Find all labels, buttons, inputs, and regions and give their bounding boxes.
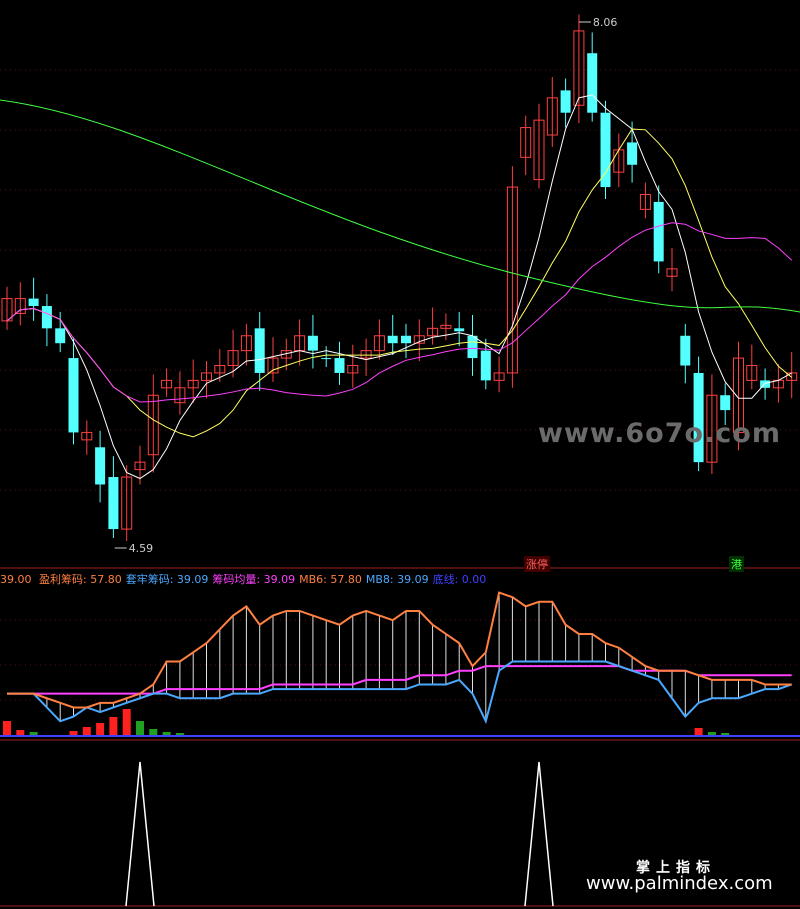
legend-item-3: MB6: 57.80 bbox=[299, 573, 362, 586]
volume-bar-5 bbox=[69, 731, 78, 735]
candle-body-42 bbox=[560, 90, 571, 113]
candle-body-29 bbox=[387, 335, 398, 344]
zhangting-tag: 涨停 bbox=[524, 556, 550, 572]
candle-body-25 bbox=[334, 358, 345, 373]
legend-left-value: 39.00 bbox=[0, 573, 32, 586]
low-label: 4.59 bbox=[129, 542, 154, 555]
watermark-site: www.palmindex.com bbox=[586, 873, 773, 894]
candle-body-47 bbox=[627, 142, 638, 165]
volume-bar-53 bbox=[707, 732, 716, 735]
candle-body-7 bbox=[95, 447, 106, 485]
volume-bar-10 bbox=[136, 721, 144, 735]
candle-body-49 bbox=[653, 201, 664, 262]
candle-body-2 bbox=[28, 298, 39, 307]
volume-bar-52 bbox=[694, 728, 703, 735]
ma60-line bbox=[0, 99, 800, 313]
candle-body-54 bbox=[720, 395, 731, 411]
candle-body-51 bbox=[680, 335, 691, 366]
candle-body-30 bbox=[401, 335, 411, 344]
candle-body-23 bbox=[307, 335, 318, 351]
signal-spike-0 bbox=[125, 761, 155, 907]
candle-body-44 bbox=[587, 53, 598, 113]
candle-body-34 bbox=[454, 328, 465, 332]
indicator-legend: 39.00 盈利筹码: 57.80 套牢筹码: 39.09 筹码均量: 39.09 M… bbox=[0, 571, 494, 587]
legend-item-1: 套牢筹码: 39.09 bbox=[125, 573, 209, 586]
legend-item-2: 筹码均量: 39.09 bbox=[212, 573, 296, 586]
gang-tag: 港 bbox=[729, 556, 744, 572]
volume-bar-12 bbox=[162, 732, 171, 735]
volume-bar-9 bbox=[122, 709, 131, 735]
candle-body-8 bbox=[108, 477, 119, 530]
volume-bar-11 bbox=[149, 729, 158, 735]
ma20-line bbox=[6, 222, 793, 403]
volume-bar-6 bbox=[82, 727, 91, 735]
candle-body-5 bbox=[68, 358, 79, 433]
volume-bar-0 bbox=[3, 721, 11, 735]
candle-body-4 bbox=[55, 328, 66, 344]
volume-bar-54 bbox=[721, 733, 730, 735]
volume-bar-1 bbox=[16, 730, 25, 735]
legend-item-0: 盈利筹码: 57.80 bbox=[39, 573, 122, 586]
candle-body-35 bbox=[467, 335, 478, 359]
chart-canvas: 8.06 4.59 bbox=[0, 14, 800, 907]
candle-body-19 bbox=[254, 328, 265, 373]
volume-bar-2 bbox=[29, 732, 38, 735]
high-label: 8.06 bbox=[593, 16, 618, 29]
candle-body-3 bbox=[41, 306, 52, 329]
volume-bar-7 bbox=[96, 723, 105, 735]
indicator-line-0 bbox=[7, 591, 792, 709]
signal-spike-1 bbox=[524, 761, 554, 907]
ma10-line bbox=[6, 128, 793, 438]
candle-body-45 bbox=[600, 112, 611, 188]
volume-bar-13 bbox=[175, 733, 184, 735]
candle-body-36 bbox=[480, 350, 491, 381]
legend-item-4: MB8: 39.09 bbox=[365, 573, 429, 586]
watermark-main: www.6o7o.com bbox=[538, 418, 781, 449]
candle-body-24 bbox=[321, 358, 332, 360]
legend-item-5: 底线: 0.00 bbox=[432, 573, 487, 586]
volume-bar-8 bbox=[109, 717, 118, 735]
